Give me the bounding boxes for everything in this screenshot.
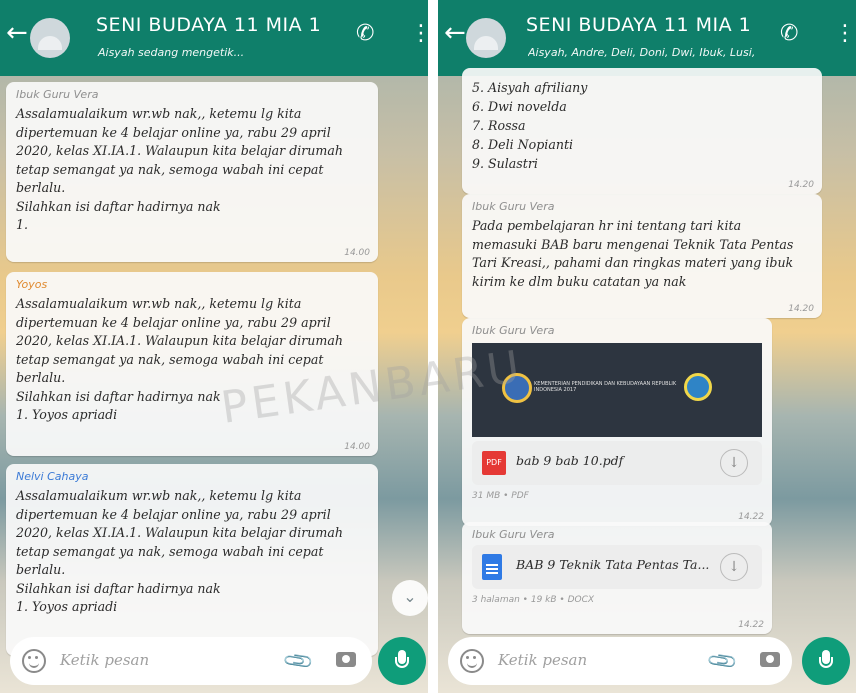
arrow-left-icon[interactable]: ← xyxy=(444,20,466,46)
camera-icon[interactable] xyxy=(760,652,780,667)
group-avatar[interactable] xyxy=(30,18,70,58)
message-bubble[interactable]: Ibuk Guru Vera Assalamualaikum wr.wb nak… xyxy=(6,82,378,262)
attach-icon[interactable]: 📎 xyxy=(705,644,740,678)
ministry-logo-icon xyxy=(502,373,532,403)
document-message[interactable]: Ibuk Guru Vera BAB 9 Teknik Tata Pentas … xyxy=(462,522,772,634)
message-list[interactable]: Ibuk Guru Vera Assalamualaikum wr.wb nak… xyxy=(0,76,428,656)
add-call-icon[interactable]: ✆ xyxy=(356,22,374,46)
file-attachment[interactable]: BAB 9 Teknik Tata Pentas Ta... ↓ xyxy=(472,545,762,589)
group-avatar[interactable] xyxy=(466,18,506,58)
message-time: 14.00 xyxy=(344,248,370,258)
file-attachment[interactable]: PDF bab 9 bab 10.pdf ↓ xyxy=(472,441,762,485)
chat-header: ← SENI BUDAYA 11 MIA 1 Aisyah, Andre, De… xyxy=(438,0,856,76)
message-text: Assalamualaikum wr.wb nak,, ketemu lg ki… xyxy=(16,106,343,232)
message-list[interactable]: 5. Aisyah afriliany 6. Dwi novelda 7. Ro… xyxy=(438,68,856,634)
message-bubble[interactable]: 5. Aisyah afriliany 6. Dwi novelda 7. Ro… xyxy=(462,68,822,194)
sender-name: Ibuk Guru Vera xyxy=(16,88,99,101)
sender-name: Yoyos xyxy=(16,278,48,291)
message-bubble[interactable]: Yoyos Assalamualaikum wr.wb nak,, ketemu… xyxy=(6,272,378,456)
message-input[interactable]: Ketik pesan xyxy=(60,651,149,669)
group-title[interactable]: SENI BUDAYA 11 MIA 1 xyxy=(526,14,751,36)
message-text: Pada pembelajaran hr ini tentang tari ki… xyxy=(472,218,794,289)
mic-button[interactable] xyxy=(802,637,850,685)
sender-name: Ibuk Guru Vera xyxy=(472,528,555,541)
message-time: 14.00 xyxy=(344,442,370,452)
attach-icon[interactable]: 📎 xyxy=(281,644,316,678)
message-input[interactable]: Ketik pesan xyxy=(498,651,587,669)
right-chat-screen: ← SENI BUDAYA 11 MIA 1 Aisyah, Andre, De… xyxy=(438,0,856,693)
emoji-icon[interactable] xyxy=(460,649,484,673)
message-text: Assalamualaikum wr.wb nak,, ketemu lg ki… xyxy=(16,488,343,614)
members-list: Aisyah, Andre, Deli, Doni, Dwi, Ibuk, Lu… xyxy=(528,46,756,59)
arrow-left-icon[interactable]: ← xyxy=(6,20,28,46)
more-vertical-icon[interactable]: ⋮ xyxy=(834,22,856,46)
message-bubble[interactable]: Ibuk Guru Vera Pada pembelajaran hr ini … xyxy=(462,194,822,318)
download-icon[interactable]: ↓ xyxy=(720,449,748,477)
document-preview[interactable]: KEMENTERIAN PENDIDIKAN DAN KEBUDAYAAN RE… xyxy=(472,343,762,437)
download-icon[interactable]: ↓ xyxy=(720,553,748,581)
file-meta: 3 halaman • 19 kB • DOCX xyxy=(472,595,595,605)
preview-text: KEMENTERIAN PENDIDIKAN DAN KEBUDAYAAN RE… xyxy=(534,381,677,393)
message-input-bar[interactable]: Ketik pesan 📎 xyxy=(10,637,372,685)
emoji-icon[interactable] xyxy=(22,649,46,673)
message-time: 14.20 xyxy=(788,180,814,190)
sender-name: Nelvi Cahaya xyxy=(16,470,89,483)
pdf-icon: PDF xyxy=(482,451,506,475)
file-meta: 31 MB • PDF xyxy=(472,491,529,501)
file-name: bab 9 bab 10.pdf xyxy=(516,453,624,468)
file-name: BAB 9 Teknik Tata Pentas Ta... xyxy=(516,557,710,572)
group-title[interactable]: SENI BUDAYA 11 MIA 1 xyxy=(96,14,321,36)
message-input-bar[interactable]: Ketik pesan 📎 xyxy=(448,637,792,685)
camera-icon[interactable] xyxy=(336,652,356,667)
message-text: Assalamualaikum wr.wb nak,, ketemu lg ki… xyxy=(16,296,343,422)
message-time: 14.20 xyxy=(788,304,814,314)
scroll-down-icon[interactable]: ⌄ xyxy=(392,580,428,616)
left-chat-screen: ← SENI BUDAYA 11 MIA 1 Aisyah sedang men… xyxy=(0,0,428,693)
sender-name: Ibuk Guru Vera xyxy=(472,324,555,337)
add-call-icon[interactable]: ✆ xyxy=(780,22,798,46)
chat-header: ← SENI BUDAYA 11 MIA 1 Aisyah sedang men… xyxy=(0,0,428,76)
document-message[interactable]: Ibuk Guru Vera KEMENTERIAN PENDIDIKAN DA… xyxy=(462,318,772,526)
message-bubble[interactable]: Nelvi Cahaya Assalamualaikum wr.wb nak,,… xyxy=(6,464,378,656)
mic-button[interactable] xyxy=(378,637,426,685)
sender-name: Ibuk Guru Vera xyxy=(472,200,555,213)
message-time: 14.22 xyxy=(738,512,764,522)
message-time: 14.22 xyxy=(738,620,764,630)
more-vertical-icon[interactable]: ⋮ xyxy=(410,22,428,46)
message-text: 5. Aisyah afriliany 6. Dwi novelda 7. Ro… xyxy=(472,80,588,171)
emblem-logo-icon xyxy=(684,373,712,401)
typing-status: Aisyah sedang mengetik... xyxy=(98,46,245,59)
docx-icon xyxy=(482,554,502,580)
